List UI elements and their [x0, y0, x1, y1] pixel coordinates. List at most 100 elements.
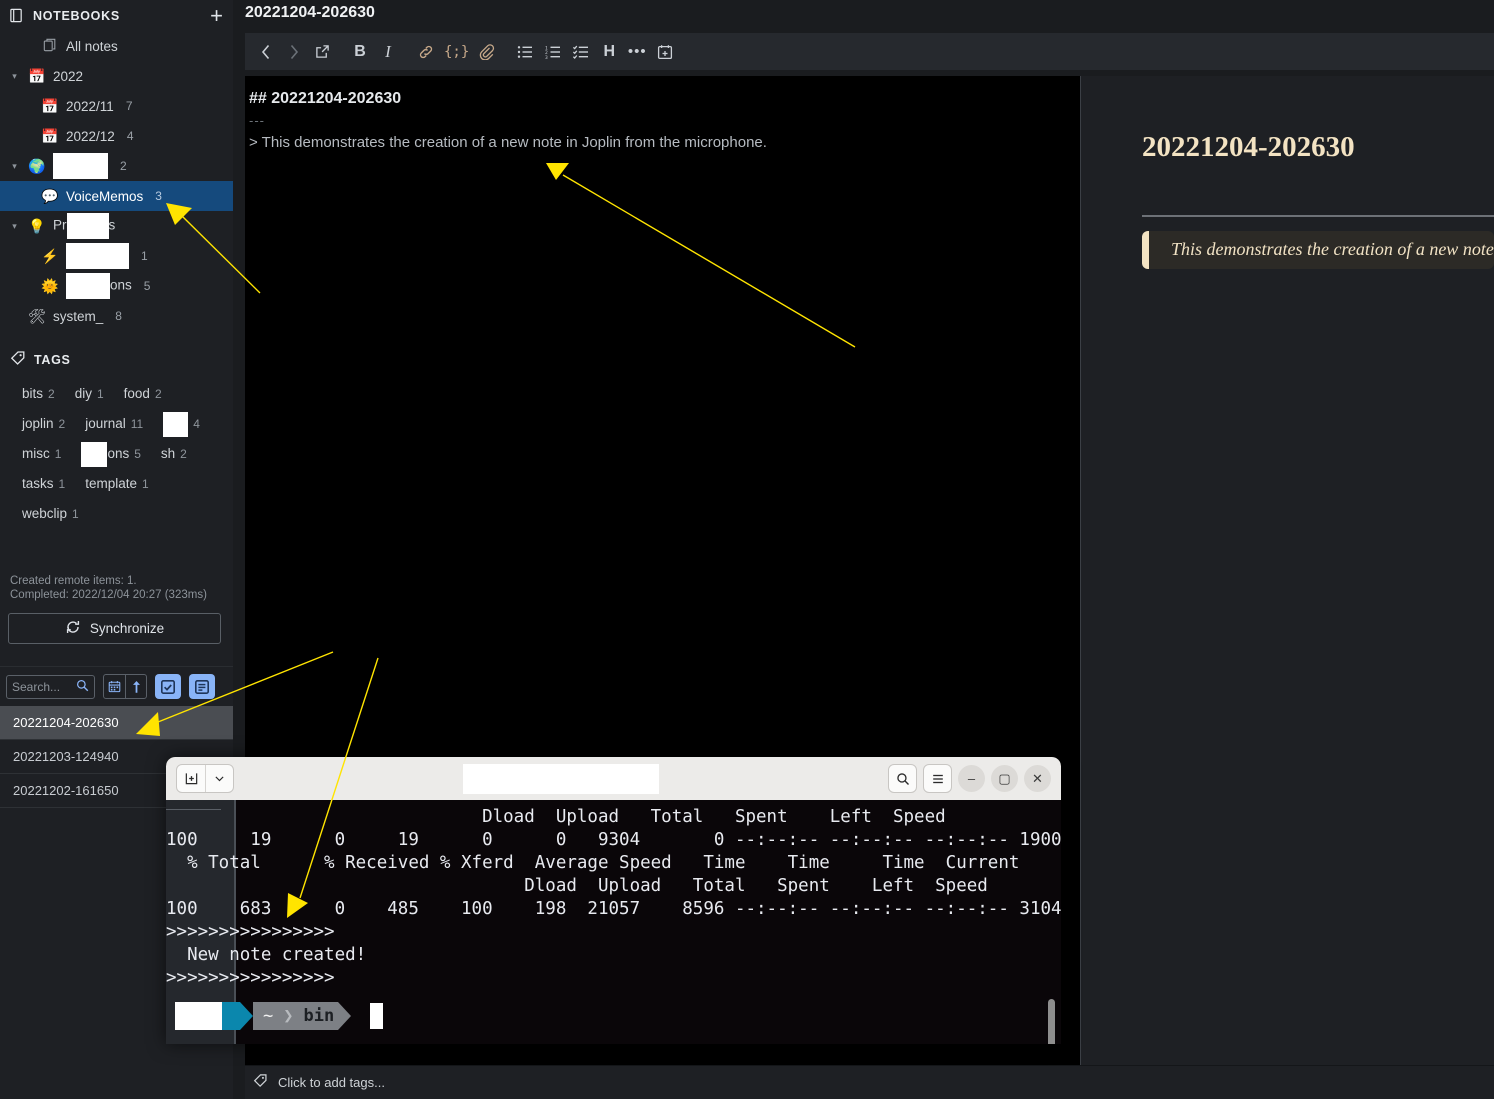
back-icon[interactable] [253, 38, 279, 66]
notebook-label [53, 153, 108, 179]
note-list-item-0[interactable]: 20221204-202630 [0, 706, 233, 740]
tag-count: 1 [141, 477, 149, 491]
external-link-icon[interactable] [309, 38, 335, 66]
notebook-note-count: 3 [155, 189, 162, 203]
notebook-emoji-icon: ⚡ [41, 247, 59, 264]
tag-count: 1 [96, 387, 104, 401]
prompt-home: ~ [263, 1006, 274, 1026]
sync-status: Created remote items: 1. Completed: 2022… [10, 574, 207, 602]
terminal-body[interactable]: Dload Upload Total Spent Left Speed 100 1… [166, 800, 1061, 1044]
checkbox-list-icon[interactable] [568, 38, 594, 66]
notebook-item-4[interactable]: ▾ 🌍 2 [0, 151, 233, 181]
synchronize-label: Synchronize [89, 621, 165, 636]
terminal-scrollbar[interactable] [1048, 999, 1055, 1044]
notebook-item-5[interactable]: 💬 VoiceMemos 3 [0, 181, 233, 211]
code-icon[interactable]: {;} [441, 38, 472, 66]
tag-item-3[interactable]: joplin 2 [22, 409, 65, 439]
notebook-list: All notes ▾ 📅 2022 📅 2022/11 7 📅 2022/12 4 ▾ 🌍 2 💬 Voi… [0, 31, 233, 331]
chevron-down-icon[interactable]: ▾ [8, 71, 21, 82]
notebook-item-8[interactable]: 🌞 ons 5 [0, 271, 233, 301]
tag-count: 2 [48, 387, 55, 401]
notebook-emoji-icon: 💬 [41, 187, 59, 204]
search-input[interactable] [12, 679, 76, 694]
search-icon[interactable] [888, 764, 917, 793]
notebook-icon [9, 8, 24, 23]
maximize-button[interactable]: ▢ [991, 765, 1018, 792]
source-line-heading: ## 20221204-202630 [249, 90, 402, 107]
tag-item-7[interactable]: ons 5 [81, 439, 141, 469]
notebook-item-6[interactable]: ▾ 💡 Pr s [0, 211, 233, 241]
redacted-tag-name [81, 441, 108, 467]
hamburger-menu-icon[interactable] [923, 764, 952, 793]
chevron-down-icon[interactable] [205, 765, 233, 792]
tag-count: 1 [72, 507, 79, 521]
notebook-item-9[interactable]: 🛠 system_ 8 [0, 301, 233, 331]
tag-item-0[interactable]: bits 2 [22, 379, 55, 409]
search-icon [76, 679, 89, 695]
redacted-notebook-name [66, 243, 129, 269]
notebook-note-count: 2 [120, 159, 127, 173]
sort-order-ascending-icon[interactable] [125, 675, 146, 698]
tag-item-8[interactable]: sh 2 [161, 439, 187, 469]
notebook-label: VoiceMemos [66, 188, 144, 204]
notebook-item-2[interactable]: 📅 2022/11 7 [0, 91, 233, 121]
bold-icon[interactable]: B [347, 38, 373, 66]
chevron-down-icon[interactable]: ▾ [8, 161, 21, 172]
notebook-emoji-icon: 🛠 [28, 307, 46, 324]
terminal-line-1: 100 19 0 19 0 0 9304 0 --:--:-- --:--:--… [166, 830, 1061, 850]
all-notes-icon [40, 38, 60, 55]
tag-item-10[interactable]: template 1 [85, 469, 148, 499]
terminal-line-2: % Total % Received % Xferd Average Speed… [166, 853, 1020, 873]
notebook-item-0[interactable]: All notes [0, 31, 233, 61]
insert-date-icon[interactable] [652, 38, 678, 66]
notebook-label: All notes [66, 38, 118, 54]
tag-item-4[interactable]: journal 11 [85, 409, 143, 439]
tag-item-11[interactable]: webclip 1 [22, 499, 79, 529]
notebook-label: 2022/12 [66, 128, 115, 144]
terminal-title [241, 763, 881, 794]
terminal-titlebar: – ▢ ✕ [166, 757, 1061, 800]
close-button[interactable]: ✕ [1024, 765, 1051, 792]
sort-by-date-icon[interactable] [104, 675, 125, 698]
tag-item-5[interactable]: 4 [163, 409, 200, 439]
tag-count: 1 [58, 477, 66, 491]
forward-icon[interactable] [281, 38, 307, 66]
minimize-button[interactable]: – [958, 765, 985, 792]
tag-item-9[interactable]: tasks 1 [22, 469, 65, 499]
chevron-down-icon[interactable]: ▾ [8, 221, 21, 232]
notebook-item-3[interactable]: 📅 2022/12 4 [0, 121, 233, 151]
terminal-tab-controls [176, 764, 234, 793]
notebook-emoji-icon: 📅 [41, 97, 59, 114]
tag-count: 2 [154, 387, 162, 401]
heading-icon[interactable]: H [596, 38, 622, 66]
source-line-quote: > This demonstrates the creation of a ne… [249, 134, 767, 151]
joplin-app-window: NOTEBOOKS + All notes ▾ 📅 2022 📅 2022/11 7 📅 202… [0, 0, 1494, 1099]
search-box[interactable] [6, 674, 95, 699]
notebook-item-1[interactable]: ▾ 📅 2022 [0, 61, 233, 91]
tag-item-1[interactable]: diy 1 [75, 379, 104, 409]
redacted-notebook-name [66, 273, 110, 299]
notebook-item-7[interactable]: ⚡ 1 [0, 241, 233, 271]
numbered-list-icon[interactable]: 123 [540, 38, 566, 66]
tag-item-6[interactable]: misc 1 [22, 439, 61, 469]
sync-status-line-1: Created remote items: 1. [10, 575, 137, 587]
note-list-toolbar [0, 667, 233, 706]
add-notebook-button[interactable]: + [210, 4, 223, 26]
new-tab-icon[interactable] [177, 765, 205, 792]
notebook-label [66, 243, 129, 269]
attach-file-icon[interactable] [474, 38, 500, 66]
redacted-prompt-user [175, 1002, 222, 1030]
more-options-icon[interactable]: ••• [624, 38, 650, 66]
source-line-rule: --- [249, 113, 265, 128]
note-tag-bar[interactable]: Click to add tags... [245, 1065, 1494, 1099]
synchronize-button[interactable]: Synchronize [8, 613, 221, 644]
new-todo-button[interactable] [155, 674, 181, 699]
notebook-note-count: 4 [126, 129, 134, 143]
add-tags-label[interactable]: Click to add tags... [278, 1075, 385, 1090]
italic-icon[interactable]: I [375, 38, 401, 66]
new-note-button[interactable] [189, 674, 215, 699]
tag-item-2[interactable]: food 2 [124, 379, 162, 409]
preview-horizontal-rule [1142, 215, 1494, 217]
hyperlink-icon[interactable] [413, 38, 439, 66]
bulleted-list-icon[interactable] [512, 38, 538, 66]
